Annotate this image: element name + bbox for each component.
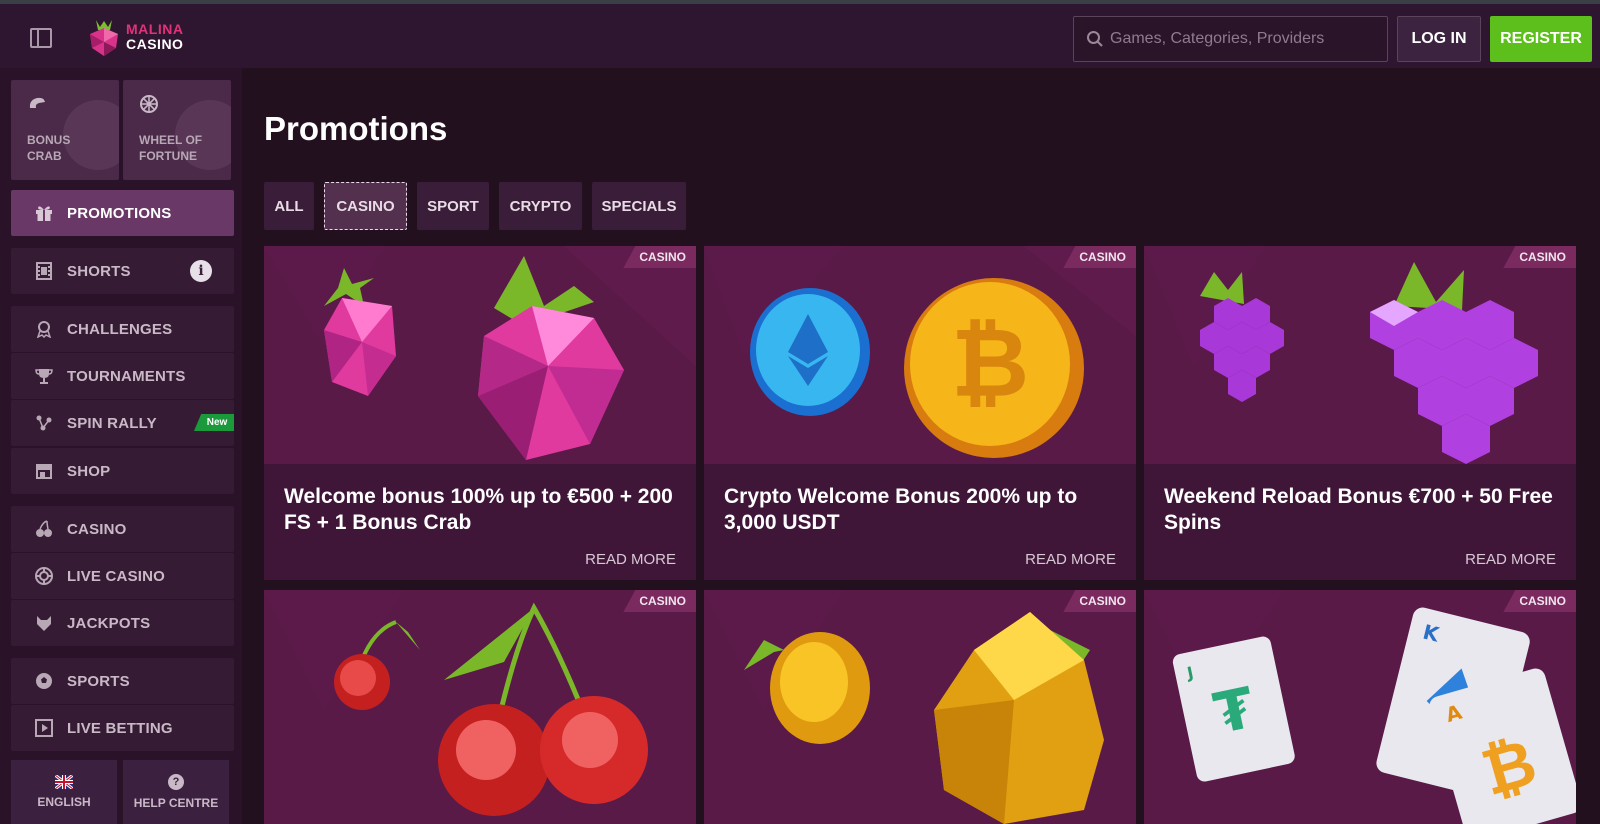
category-tag: CASINO	[1503, 246, 1576, 268]
sidebar-item-jackpots[interactable]: JACKPOTS	[11, 600, 234, 646]
category-tag: CASINO	[1063, 590, 1136, 612]
svg-text:₿: ₿	[951, 307, 1029, 419]
crypto-coins-art-icon: ₿	[704, 246, 1136, 458]
wolf-icon	[37, 616, 51, 631]
sidebar-item-shop[interactable]: SHOP	[11, 448, 234, 494]
search-box[interactable]	[1073, 16, 1388, 62]
card-art: CASINO	[704, 590, 1136, 824]
register-button[interactable]: REGISTER	[1490, 16, 1592, 62]
card-title: Weekend Reload Bonus €700 + 50 Free Spin…	[1164, 485, 1553, 534]
read-more-link[interactable]: READ MORE	[585, 551, 676, 568]
sidebar-item-promotions[interactable]: PROMOTIONS	[11, 190, 234, 236]
raspberry-art-icon	[264, 246, 696, 460]
tile-label: WHEEL OF FORTUNE	[139, 133, 203, 163]
card-title: Welcome bonus 100% up to €500 + 200 FS +…	[284, 485, 673, 534]
wheel-icon	[140, 95, 158, 113]
gift-icon	[36, 206, 52, 221]
sidebar-item-challenges[interactable]: CHALLENGES	[11, 306, 234, 352]
help-centre-button[interactable]: ? HELP CENTRE	[123, 760, 229, 824]
tile-wheel-of-fortune[interactable]: WHEEL OF FORTUNE	[123, 80, 231, 180]
sidebar-item-label: SHOP	[67, 462, 111, 480]
sidebar-item-label: PROMOTIONS	[67, 204, 172, 222]
card-art: CASINO	[264, 590, 696, 824]
sidebar-item-label: LIVE BETTING	[67, 719, 173, 737]
tab-sport[interactable]: SPORT	[417, 182, 489, 230]
sidebar-item-live-casino[interactable]: LIVE CASINO	[11, 553, 234, 599]
sidebar-item-spin-rally[interactable]: SPIN RALLY New	[11, 400, 234, 446]
award-icon	[36, 321, 52, 338]
search-icon	[1087, 31, 1103, 47]
new-badge: New	[194, 414, 234, 431]
page-title: Promotions	[264, 110, 448, 147]
promo-card[interactable]: CASINO	[264, 590, 696, 824]
card-art: CASINO	[1144, 246, 1576, 464]
sidebar-item-label: SPORTS	[67, 672, 130, 690]
grapes-art-icon	[1144, 246, 1538, 464]
logo[interactable]: MALINA CASINO	[86, 18, 206, 58]
sidebar-item-label: TOURNAMENTS	[67, 367, 186, 385]
card-title: Crypto Welcome Bonus 200% up to 3,000 US…	[724, 485, 1078, 534]
logo-line-2: CASINO	[126, 36, 184, 52]
tab-casino[interactable]: CASINO	[324, 182, 407, 230]
search-input[interactable]	[1110, 17, 1380, 61]
lemons-art-icon	[704, 590, 1104, 824]
sidebar-item-label: CHALLENGES	[67, 320, 173, 338]
logo-line-1: MALINA	[126, 21, 184, 37]
tab-all[interactable]: ALL	[264, 182, 314, 230]
raspberry-logo-icon	[90, 20, 118, 56]
category-tag: CASINO	[1503, 590, 1576, 612]
sidebar-item-label: SHORTS	[67, 262, 131, 280]
playing-cards-art-icon: J ₮ K A ₿	[1144, 590, 1576, 824]
chip-icon	[35, 567, 53, 585]
trophy-icon	[35, 369, 53, 384]
sidebar-item-label: SPIN RALLY	[67, 414, 157, 432]
category-tag: CASINO	[623, 246, 696, 268]
sidebar-item-label: LIVE CASINO	[67, 567, 166, 585]
sidebar: BONUS CRAB WHEEL OF FORTUNE PROMOTIONS S…	[0, 68, 242, 824]
sidebar-item-label: JACKPOTS	[67, 614, 151, 632]
promo-card[interactable]: ₿ CASINO Crypto Welcome Bonus 200% up to…	[704, 246, 1136, 580]
read-more-link[interactable]: READ MORE	[1465, 551, 1556, 568]
live-icon	[35, 719, 53, 737]
tile-label: BONUS CRAB	[27, 133, 71, 163]
promo-card[interactable]: CASINO Welcome bonus 100% up to €500 + 2…	[264, 246, 696, 580]
info-icon[interactable]: i	[190, 260, 212, 282]
promo-card[interactable]: CASINO	[704, 590, 1136, 824]
main-content: Promotions ALL CASINO SPORT CRYPTO SPECI…	[242, 68, 1600, 824]
sidebar-item-tournaments[interactable]: TOURNAMENTS	[11, 353, 234, 399]
rally-icon	[36, 415, 52, 431]
tile-bonus-crab[interactable]: BONUS CRAB	[11, 80, 119, 180]
card-art: CASINO	[264, 246, 696, 464]
category-tag: CASINO	[1063, 246, 1136, 268]
crab-icon	[29, 97, 45, 108]
card-art: ₿ CASINO	[704, 246, 1136, 464]
card-art: J ₮ K A ₿ CASINO	[1144, 590, 1576, 824]
promo-card[interactable]: J ₮ K A ₿ CASINO	[1144, 590, 1576, 824]
cherries-art-icon	[264, 590, 648, 816]
tab-crypto[interactable]: CRYPTO	[499, 182, 582, 230]
shop-icon	[36, 464, 52, 479]
cherries-icon	[36, 520, 52, 537]
read-more-link[interactable]: READ MORE	[1025, 551, 1116, 568]
sidebar-toggle-icon[interactable]	[30, 28, 52, 48]
language-selector[interactable]: ENGLISH	[11, 760, 117, 824]
promo-card[interactable]: CASINO Weekend Reload Bonus €700 + 50 Fr…	[1144, 246, 1576, 580]
help-icon: ?	[168, 774, 184, 790]
login-button[interactable]: LOG IN	[1397, 16, 1481, 62]
sidebar-item-live-betting[interactable]: LIVE BETTING	[11, 705, 234, 751]
tab-specials[interactable]: SPECIALS	[592, 182, 686, 230]
category-tag: CASINO	[623, 590, 696, 612]
sidebar-item-casino[interactable]: CASINO	[11, 506, 234, 552]
top-header: MALINA CASINO LOG IN REGISTER	[0, 0, 1600, 68]
film-icon	[36, 262, 52, 280]
sidebar-item-sports[interactable]: SPORTS	[11, 658, 234, 704]
uk-flag-icon	[55, 775, 73, 789]
sidebar-item-shorts[interactable]: SHORTS i	[11, 248, 234, 294]
ball-icon	[36, 673, 52, 689]
sidebar-item-label: CASINO	[67, 520, 127, 538]
language-label: ENGLISH	[37, 795, 91, 809]
help-label: HELP CENTRE	[133, 796, 219, 810]
